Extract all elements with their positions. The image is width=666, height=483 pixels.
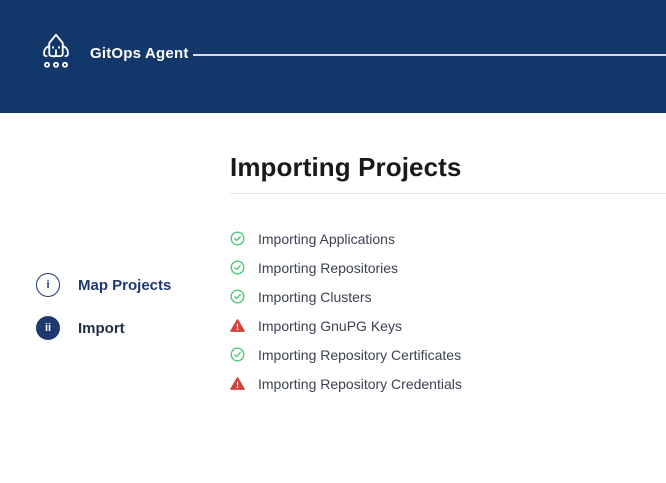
title-divider — [230, 193, 666, 194]
import-status-row: Importing Repository Credentials — [230, 369, 666, 398]
import-status-label: Importing Applications — [258, 231, 395, 247]
step-2-indicator: ii — [36, 316, 60, 340]
app-title: GitOps Agent — [90, 45, 189, 62]
argo-squid-icon — [38, 32, 74, 72]
import-status-label: Importing GnuPG Keys — [258, 318, 402, 334]
import-status-row: Importing Repositories — [230, 253, 666, 282]
brand — [38, 32, 74, 72]
main-content: Importing Projects Importing Application… — [230, 113, 666, 483]
import-status-label: Importing Repository Credentials — [258, 376, 462, 392]
step-1-label: Map Projects — [78, 277, 171, 294]
check-circle-icon — [230, 289, 245, 304]
page-title: Importing Projects — [230, 152, 462, 183]
check-circle-icon — [230, 260, 245, 275]
check-circle-icon — [230, 347, 245, 362]
import-status-row: Importing Repository Certificates — [230, 340, 666, 369]
warning-triangle-icon — [230, 318, 245, 333]
header-divider — [193, 54, 666, 56]
import-status-label: Importing Repository Certificates — [258, 347, 461, 363]
step-1-indicator: i — [36, 273, 60, 297]
app-window: GitOps Agent i Map Projects ii Import Im… — [0, 0, 666, 483]
check-circle-icon — [230, 231, 245, 246]
import-status-label: Importing Clusters — [258, 289, 372, 305]
step-import[interactable]: ii Import — [36, 316, 125, 340]
wizard-sidebar: i Map Projects ii Import — [0, 113, 230, 483]
import-status-row: Importing Clusters — [230, 282, 666, 311]
import-status-row: Importing GnuPG Keys — [230, 311, 666, 340]
import-status-list: Importing Applications Importing Reposit… — [230, 224, 666, 398]
step-map-projects[interactable]: i Map Projects — [36, 273, 171, 297]
app-header: GitOps Agent — [0, 0, 666, 113]
step-2-label: Import — [78, 320, 125, 337]
import-status-label: Importing Repositories — [258, 260, 398, 276]
import-status-row: Importing Applications — [230, 224, 666, 253]
warning-triangle-icon — [230, 376, 245, 391]
